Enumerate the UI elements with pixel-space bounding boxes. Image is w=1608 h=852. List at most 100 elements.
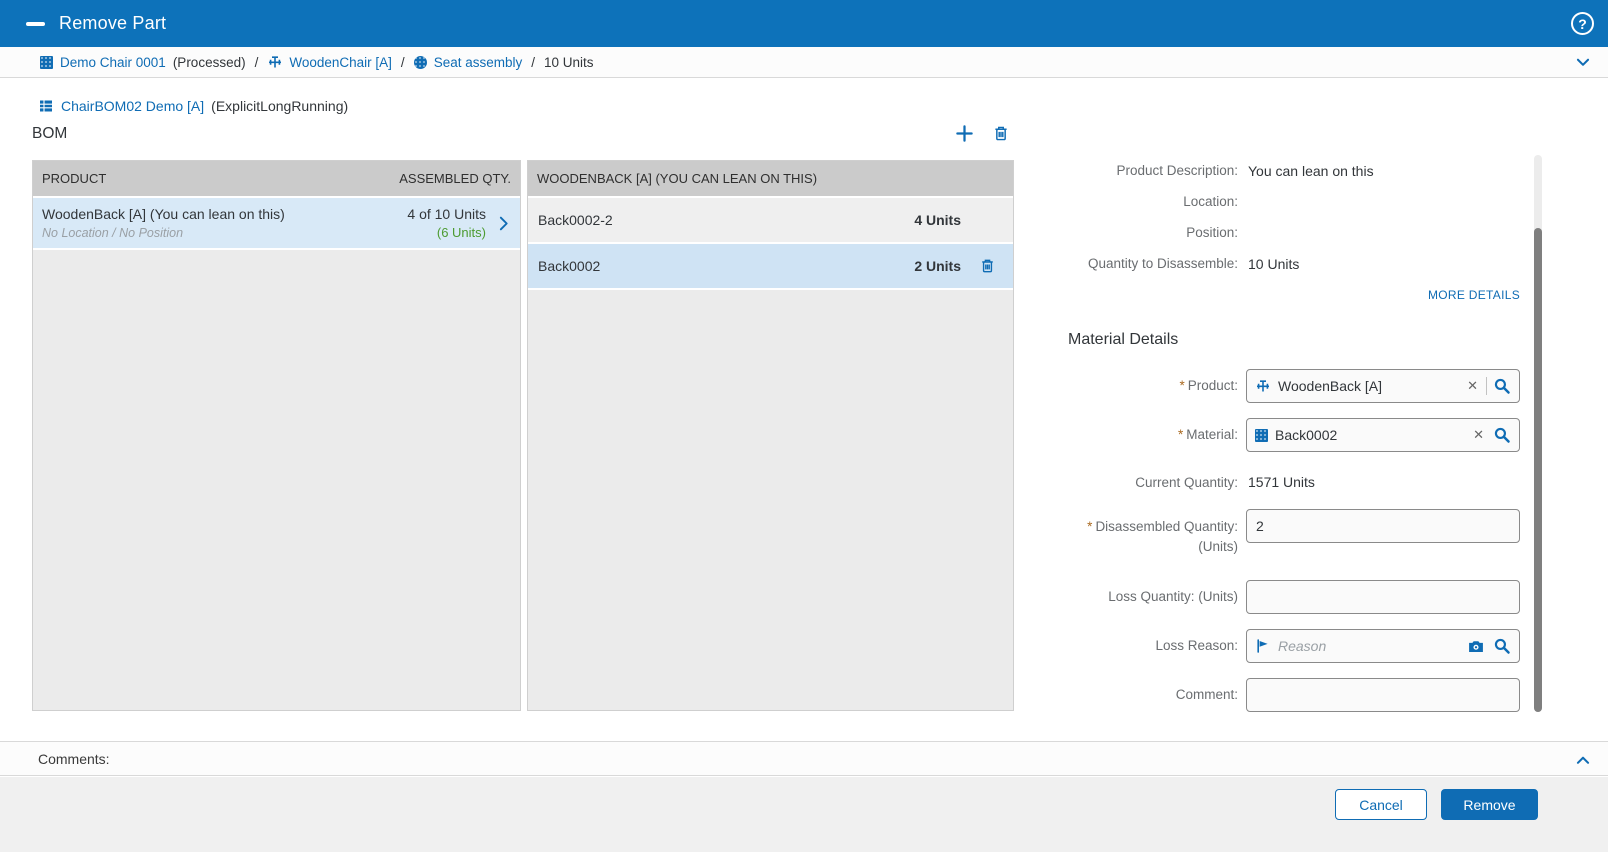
breadcrumb: Demo Chair 0001 (Processed) / WoodenChai… — [0, 47, 1608, 78]
product-field[interactable]: WoodenBack [A] ✕ — [1246, 369, 1520, 403]
required-marker: * — [1179, 378, 1184, 393]
loss-qty-input[interactable] — [1246, 580, 1520, 614]
material-name: Back0002-2 — [538, 212, 914, 228]
components-table: PRODUCT ASSEMBLED QTY. WoodenBack [A] (Y… — [32, 160, 521, 711]
bom-tables: PRODUCT ASSEMBLED QTY. WoodenBack [A] (Y… — [32, 160, 1014, 711]
comments-bar: Comments: — [0, 741, 1608, 776]
camera-icon[interactable] — [1467, 638, 1485, 655]
sfc-link[interactable]: Demo Chair 0001 — [60, 55, 166, 70]
materials-table: WOODENBACK [A] (YOU CAN LEAN ON THIS) Ba… — [527, 160, 1014, 711]
chevron-up-icon[interactable] — [1574, 751, 1592, 769]
loss-reason-input[interactable] — [1278, 638, 1467, 654]
details-scrollbar-track[interactable] — [1534, 155, 1542, 712]
breadcrumb-separator: / — [531, 55, 535, 70]
product-link[interactable]: WoodenChair [A] — [289, 55, 392, 70]
product-icon — [1255, 378, 1271, 394]
material-field[interactable]: Back0002 ✕ — [1246, 418, 1520, 452]
details-panel: Product Description: You can lean on thi… — [1062, 155, 1520, 727]
product-description-value: You can lean on this — [1248, 163, 1374, 179]
plus-icon — [955, 124, 974, 143]
comment-label: Comment: — [1062, 685, 1238, 705]
product-description-label: Product Description: — [1062, 163, 1238, 178]
qty-to-disassemble-value: 10 Units — [1248, 256, 1299, 272]
trash-icon — [992, 124, 1010, 143]
sfc-status: (Processed) — [173, 55, 246, 70]
flag-icon — [1255, 638, 1271, 654]
breadcrumb-product[interactable]: WoodenChair [A] — [267, 54, 392, 70]
breadcrumb-separator: / — [255, 55, 259, 70]
trash-icon — [979, 257, 996, 275]
breadcrumb-sfc[interactable]: Demo Chair 0001 (Processed) — [40, 55, 246, 70]
loss-qty-label: Loss Quantity: (Units) — [1062, 587, 1238, 607]
chevron-right-icon[interactable] — [495, 215, 512, 232]
material-field-value: Back0002 — [1275, 427, 1468, 443]
position-label: Position: — [1062, 225, 1238, 240]
col-product: PRODUCT — [42, 171, 106, 186]
disassembled-qty-label: Disassembled Quantity: — [1095, 519, 1238, 534]
material-row-back0002[interactable]: Back0002 2 Units — [528, 244, 1013, 290]
component-qty: 4 of 10 Units — [407, 206, 486, 222]
help-icon[interactable]: ? — [1571, 12, 1594, 35]
components-table-empty-area — [33, 250, 520, 710]
details-scrollbar-thumb[interactable] — [1534, 228, 1542, 712]
material-name: Back0002 — [538, 258, 914, 274]
material-icon — [1255, 429, 1268, 442]
header-bar: Remove Part ? — [0, 0, 1608, 47]
qty-to-disassemble-label: Quantity to Disassemble: — [1062, 256, 1238, 271]
col-assembled-qty: ASSEMBLED QTY. — [399, 171, 511, 186]
component-product: WoodenBack [A] (You can lean on this) — [42, 206, 407, 222]
required-marker: * — [1087, 519, 1092, 534]
add-component-button[interactable] — [955, 124, 974, 143]
materials-header-label: WOODENBACK [A] (YOU CAN LEAN ON THIS) — [537, 171, 817, 186]
comments-label: Comments: — [38, 751, 110, 767]
page-title: Remove Part — [59, 13, 166, 34]
sfc-icon — [40, 56, 53, 69]
component-row-woodenback[interactable]: WoodenBack [A] (You can lean on this) No… — [33, 198, 520, 250]
material-qty: 4 Units — [914, 212, 961, 228]
component-qty-extra: (6 Units) — [407, 225, 486, 240]
material-qty: 2 Units — [914, 258, 961, 274]
loss-reason-field[interactable] — [1246, 629, 1520, 663]
required-marker: * — [1178, 427, 1183, 442]
footer-bar: Cancel Remove — [0, 777, 1608, 852]
disassembled-qty-input[interactable] — [1246, 509, 1520, 543]
operation-icon — [414, 56, 427, 69]
current-qty-label: Current Quantity: — [1062, 475, 1238, 490]
loss-reason-label: Loss Reason: — [1062, 636, 1238, 656]
disassembled-qty-label2: (Units) — [1198, 539, 1238, 554]
search-icon[interactable] — [1493, 426, 1511, 444]
delete-material-button[interactable] — [961, 257, 1013, 275]
search-icon[interactable] — [1493, 637, 1511, 655]
clear-x-icon[interactable]: ✕ — [1468, 427, 1489, 443]
product-field-value: WoodenBack [A] — [1278, 378, 1462, 394]
current-qty-value: 1571 Units — [1248, 474, 1315, 490]
breadcrumb-quantity: 10 Units — [544, 55, 594, 70]
location-label: Location: — [1062, 194, 1238, 209]
bom-header: ChairBOM02 Demo [A] (ExplicitLongRunning… — [32, 98, 1014, 143]
bom-link[interactable]: ChairBOM02 Demo [A] — [61, 98, 204, 114]
material-row-back0002-2[interactable]: Back0002-2 4 Units — [528, 198, 1013, 244]
breadcrumb-operation[interactable]: Seat assembly — [414, 55, 523, 70]
bom-section-title: BOM — [32, 125, 67, 143]
materials-table-empty-area — [528, 290, 1013, 710]
remove-part-screen: Remove Part ? Demo Chair 0001 (Processed… — [0, 0, 1608, 852]
breadcrumb-separator: / — [401, 55, 405, 70]
component-location: No Location / No Position — [42, 226, 407, 240]
cancel-button[interactable]: Cancel — [1335, 789, 1427, 820]
search-icon[interactable] — [1493, 377, 1511, 395]
clear-x-icon[interactable]: ✕ — [1462, 378, 1483, 394]
operation-link[interactable]: Seat assembly — [434, 55, 523, 70]
product-field-label: Product: — [1188, 378, 1238, 393]
components-table-header: PRODUCT ASSEMBLED QTY. — [33, 161, 520, 198]
chevron-down-icon[interactable] — [1574, 53, 1592, 71]
bom-table-icon — [38, 98, 54, 114]
bom-type: (ExplicitLongRunning) — [211, 98, 348, 114]
material-field-label: Material: — [1186, 427, 1238, 442]
delete-component-button[interactable] — [992, 124, 1010, 143]
dash-icon — [26, 22, 45, 26]
remove-button[interactable]: Remove — [1441, 789, 1538, 820]
comment-input[interactable] — [1246, 678, 1520, 712]
material-details-title: Material Details — [1068, 331, 1520, 349]
materials-table-header: WOODENBACK [A] (YOU CAN LEAN ON THIS) — [528, 161, 1013, 198]
more-details-link[interactable]: MORE DETAILS — [1428, 288, 1520, 302]
